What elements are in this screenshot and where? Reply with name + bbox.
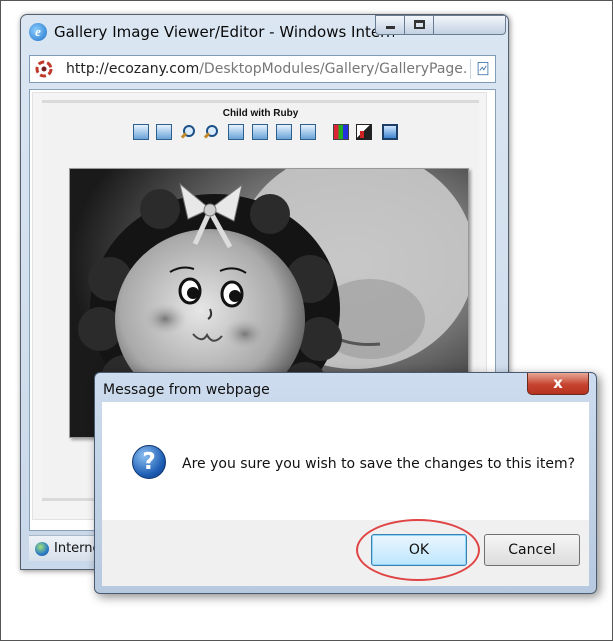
url-path: /DesktopModules/Gallery/GalleryPage.as	[199, 61, 466, 77]
zoom-out-icon[interactable]	[202, 124, 218, 140]
save-changes-icon[interactable]	[382, 124, 398, 140]
address-bar[interactable]: http://ecozany.com/DesktopModules/Galler…	[29, 55, 496, 83]
dialog-footer: OK Cancel	[102, 520, 589, 586]
minimize-icon	[385, 26, 395, 29]
url-domain: http://ecozany.com	[66, 61, 200, 77]
compatibility-view-icon[interactable]	[470, 59, 492, 79]
confirm-dialog: Message from webpage x ? Are you sure yo…	[94, 372, 597, 594]
cancel-button[interactable]: Cancel	[484, 534, 580, 566]
browser-titlebar[interactable]: e Gallery Image Viewer/Editor - Windows …	[21, 15, 508, 49]
grayscale-icon[interactable]	[356, 124, 372, 140]
browser-title: Gallery Image Viewer/Editor - Windows In…	[54, 23, 394, 41]
minimize-button[interactable]	[375, 15, 405, 35]
flip-horizontal-icon[interactable]	[276, 124, 292, 140]
site-favicon-icon	[35, 60, 53, 78]
zoom-in-icon[interactable]	[179, 124, 195, 140]
dialog-close-button[interactable]: x	[527, 373, 589, 395]
url-text[interactable]: http://ecozany.com/DesktopModules/Galler…	[66, 61, 466, 77]
maximize-icon	[413, 20, 425, 29]
color-icon[interactable]	[333, 124, 349, 140]
flip-vertical-icon[interactable]	[300, 124, 316, 140]
browser-close-button[interactable]	[433, 15, 506, 35]
rotate-right-icon[interactable]	[252, 124, 268, 140]
maximize-button[interactable]	[404, 15, 434, 35]
internet-explorer-icon: e	[29, 23, 47, 41]
add-image-icon[interactable]	[133, 124, 149, 140]
globe-icon	[35, 542, 49, 556]
edit-image-icon[interactable]	[156, 124, 172, 140]
question-icon: ?	[132, 445, 166, 479]
dialog-message: Are you sure you wish to save the change…	[182, 456, 576, 472]
ok-button[interactable]: OK	[371, 534, 467, 566]
dialog-body: ? Are you sure you wish to save the chan…	[102, 402, 589, 520]
rotate-left-icon[interactable]	[228, 124, 244, 140]
dialog-title: Message from webpage	[103, 382, 270, 398]
editor-toolbar	[42, 103, 479, 143]
